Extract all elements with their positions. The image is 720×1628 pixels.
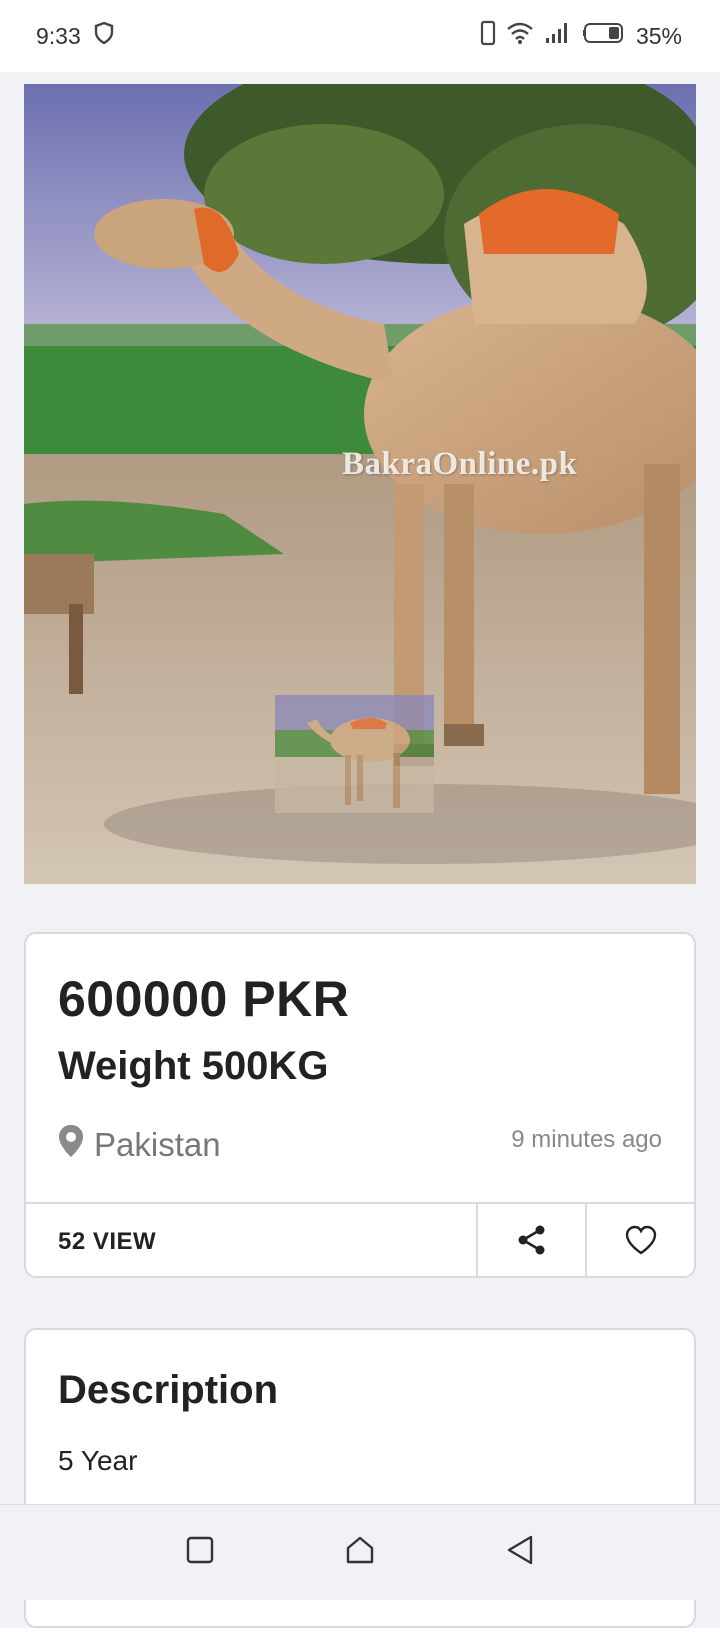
location-label: Pakistan [94,1126,221,1163]
share-icon [516,1224,548,1261]
status-left: 9:33 [36,21,115,51]
listing-photo[interactable]: BakraOnline.pk [24,84,696,884]
description-heading: Description [58,1368,279,1412]
heart-icon [625,1225,657,1260]
back-button[interactable] [490,1523,550,1583]
back-triangle-icon [506,1534,534,1571]
system-nav-bar [0,1504,720,1600]
wifi-icon [506,21,534,51]
posted-time: 9 minutes ago [511,1126,662,1153]
location-pin-icon [58,1124,84,1166]
listing-info-card: 600000 PKR Weight 500KG Pakistan 9 minut… [24,932,696,1278]
status-bar: 9:33 35% [0,0,720,72]
square-icon [186,1536,214,1569]
recents-button[interactable] [170,1523,230,1583]
signal-icon [544,21,572,51]
view-count: 52 VIEW [58,1228,157,1255]
watermark: BakraOnline.pk [342,446,578,482]
battery-level: 35% [635,22,682,49]
favorite-button[interactable] [585,1204,694,1276]
phone-icon [480,20,496,52]
home-icon [345,1535,375,1570]
description-text: 5 Year [58,1445,138,1476]
listing-location: Pakistan [58,1124,221,1166]
battery-icon [582,21,626,51]
stats-row: 52 VIEW [26,1202,694,1276]
listing-price: 600000 PKR [58,971,350,1027]
share-button[interactable] [476,1204,585,1276]
home-button[interactable] [330,1523,390,1583]
status-right: 35% [480,20,682,52]
listing-title: Weight 500KG [58,1044,329,1088]
clock: 9:33 [36,22,81,49]
shield-icon [93,21,115,51]
thumbnail-overlay [275,695,434,813]
